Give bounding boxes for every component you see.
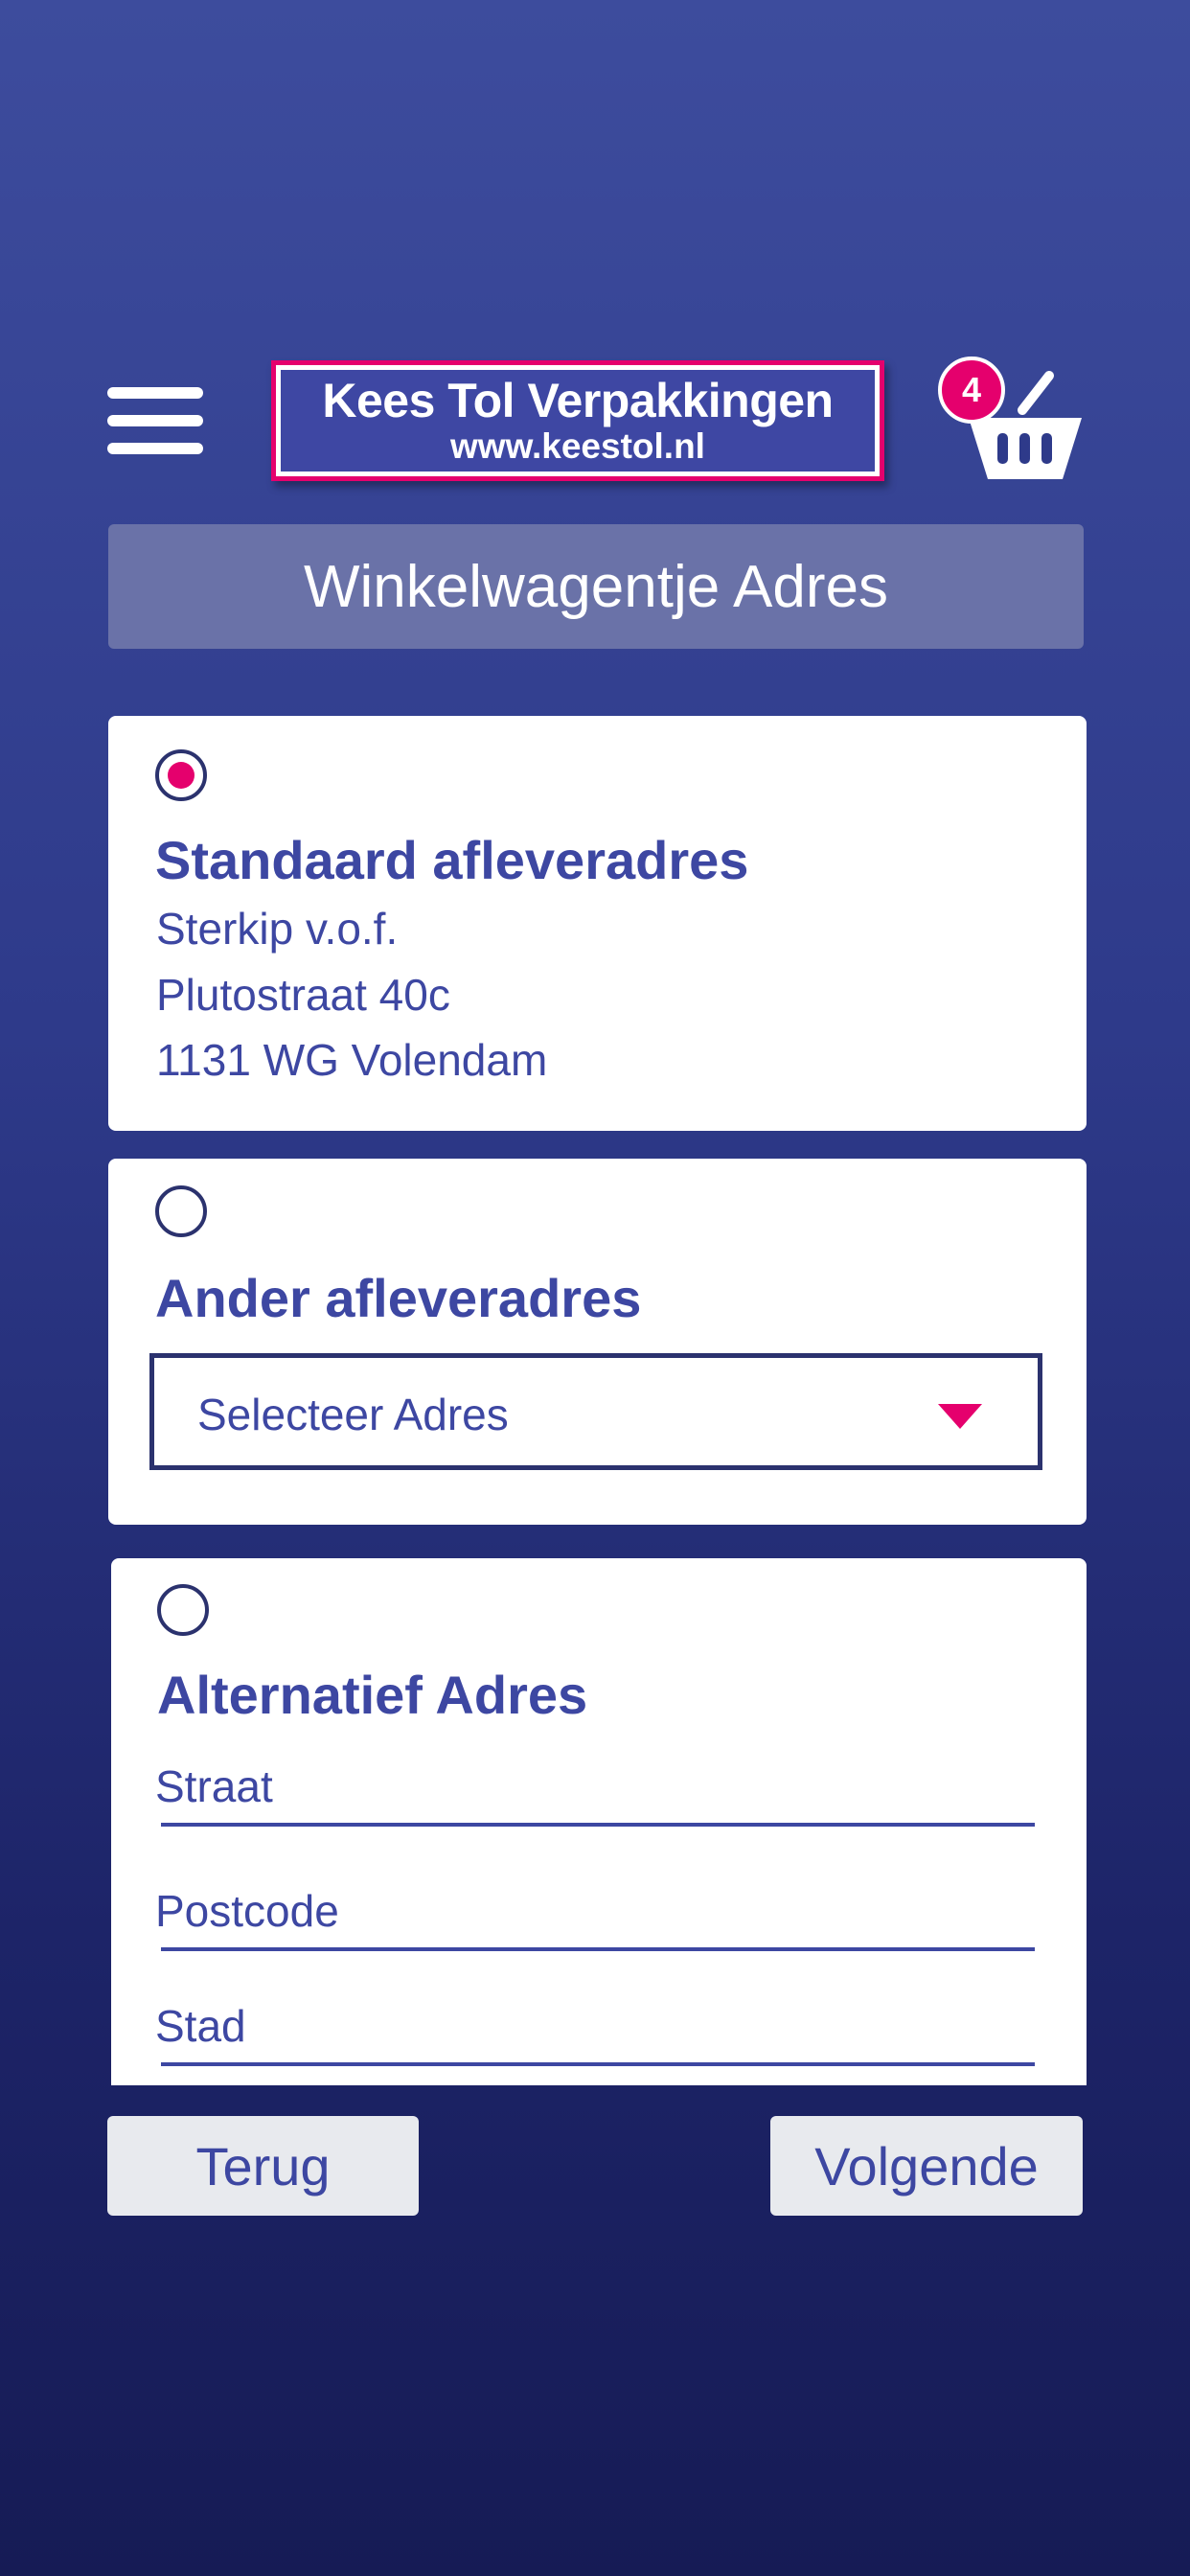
postcode-field[interactable] — [155, 1874, 1035, 1951]
logo-url: www.keestol.nl — [450, 426, 705, 466]
default-address-title: Standaard afleveradres — [155, 830, 749, 890]
street-input[interactable] — [155, 1750, 1035, 1823]
address-line-city: 1131 WG Volendam — [156, 1035, 548, 1085]
address-select[interactable]: Selecteer Adres — [149, 1353, 1042, 1470]
hamburger-menu-icon[interactable] — [107, 387, 203, 454]
default-address-card[interactable]: Standaard afleveradres Sterkip v.o.f. Pl… — [108, 716, 1087, 1131]
other-address-card[interactable]: Ander afleveradres Selecteer Adres — [108, 1159, 1087, 1525]
address-select-value: Selecteer Adres — [197, 1390, 509, 1439]
alternative-address-title: Alternatief Adres — [157, 1665, 588, 1725]
city-field[interactable] — [155, 1990, 1035, 2066]
street-underline — [161, 1823, 1035, 1827]
brand-logo: Kees Tol Verpakkingen www.keestol.nl — [271, 360, 884, 481]
caret-down-icon — [938, 1404, 982, 1429]
address-line-street: Plutostraat 40c — [156, 970, 450, 1020]
city-input[interactable] — [155, 1990, 1035, 2062]
postcode-underline — [161, 1947, 1035, 1951]
cart-count-badge: 4 — [938, 356, 1005, 424]
cart-button[interactable]: 4 — [934, 351, 1092, 485]
back-button[interactable]: Terug — [107, 2116, 419, 2216]
postcode-input[interactable] — [155, 1874, 1035, 1947]
alternative-address-card[interactable]: Alternatief Adres — [111, 1558, 1087, 2085]
page-title: Winkelwagentje Adres — [108, 524, 1084, 649]
street-field[interactable] — [155, 1750, 1035, 1827]
address-line-company: Sterkip v.o.f. — [156, 904, 399, 954]
alternative-address-radio[interactable] — [157, 1584, 209, 1636]
logo-name: Kees Tol Verpakkingen — [322, 374, 834, 428]
city-underline — [161, 2062, 1035, 2066]
other-address-title: Ander afleveradres — [155, 1268, 642, 1328]
other-address-radio[interactable] — [155, 1185, 207, 1237]
next-button[interactable]: Volgende — [770, 2116, 1083, 2216]
default-address-radio[interactable] — [155, 749, 207, 801]
